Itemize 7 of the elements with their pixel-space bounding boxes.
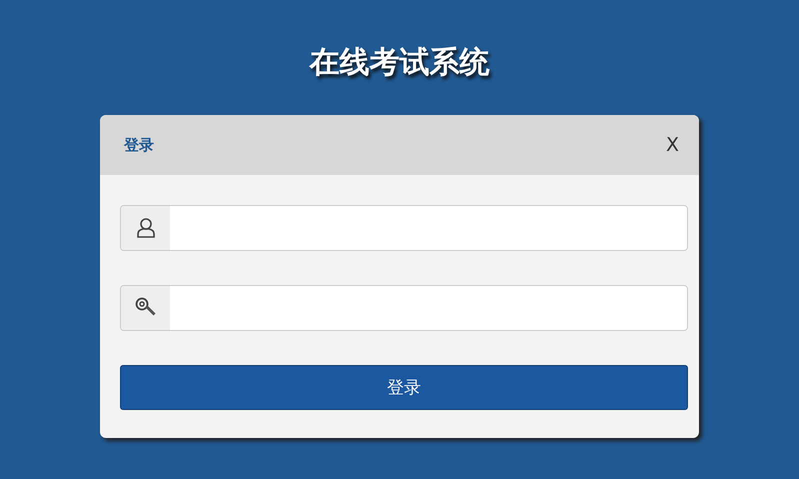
password-field[interactable] [120,285,688,331]
page-title: 在线考试系统 [310,44,490,82]
close-button[interactable]: X [666,134,679,156]
user-icon [136,217,156,239]
username-field[interactable] [120,205,688,251]
login-button[interactable]: 登录 [120,365,688,410]
dialog-title: 登录 [124,136,154,154]
